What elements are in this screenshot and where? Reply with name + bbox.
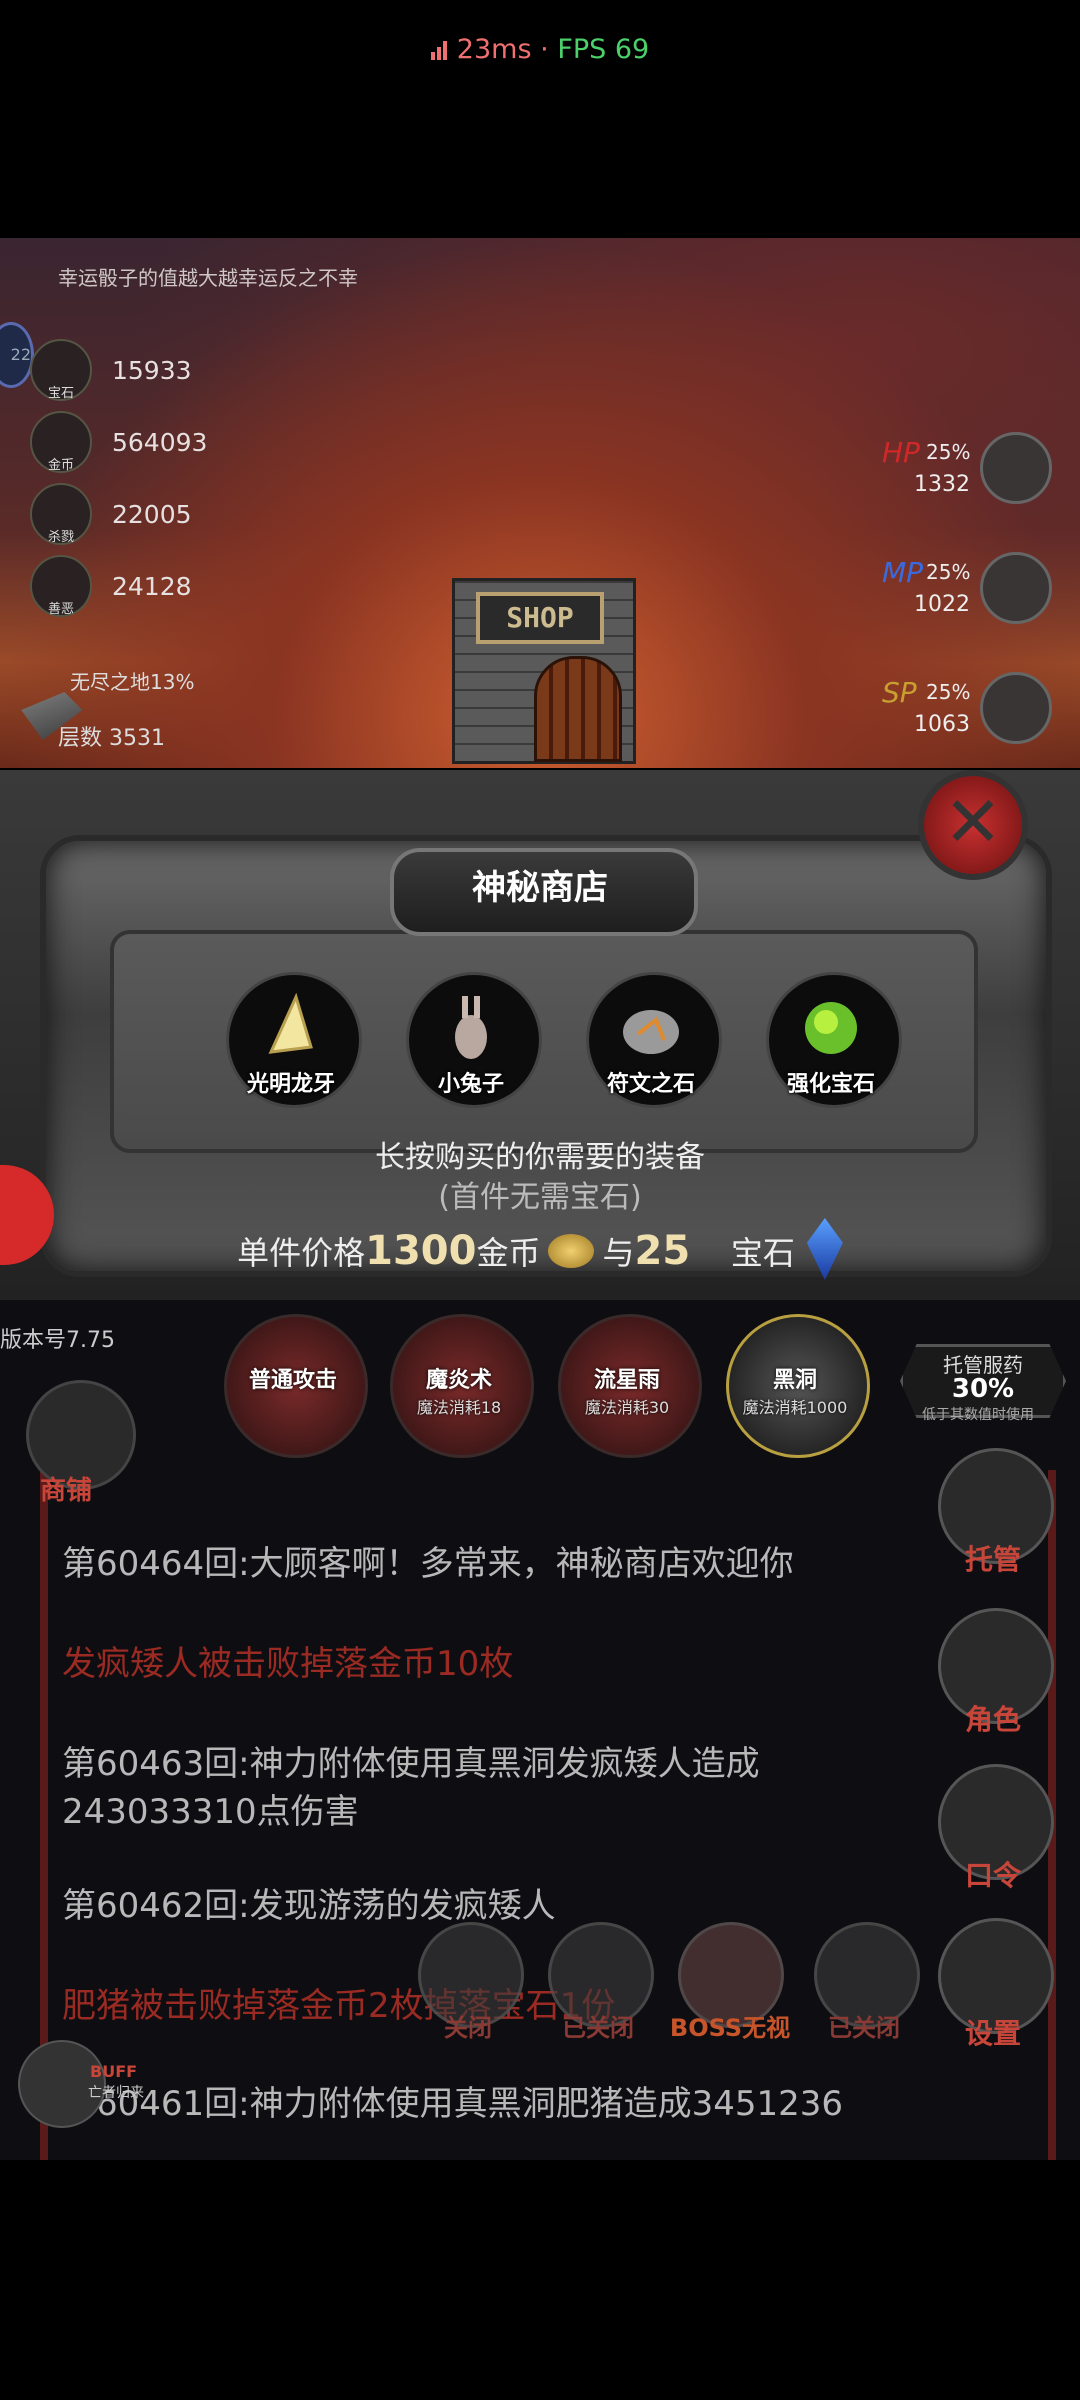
item-name: 光明龙牙 <box>246 1072 335 1097</box>
skill-name: 魔炎术 <box>425 1368 492 1393</box>
version-text: 版本号7.75 <box>0 1328 115 1353</box>
mp-potion-icon[interactable] <box>980 552 1052 624</box>
stat-value: 1022 <box>914 592 970 617</box>
resource-value: 24128 <box>112 571 192 601</box>
sp-stat: SP 25% 1063 <box>882 672 1052 744</box>
price-gem: 25 <box>634 1228 691 1274</box>
shop-item-rabbit[interactable]: 小兔子 <box>406 972 542 1108</box>
auto-label[interactable]: 托管 <box>938 1538 1048 1578</box>
resource-label: 宝石 <box>47 386 74 401</box>
dragon-fang-icon <box>268 992 313 1054</box>
shop-item-rune-stone[interactable]: 符文之石 <box>586 972 722 1108</box>
status-bar: 23ms · FPS 69 <box>0 0 1080 100</box>
log-line: 第60463回:神力附体使用真黑洞发疯矮人造成243033310点伤害 <box>62 1744 760 1832</box>
log-line: 第60462回:发现游荡的发疯矮人 <box>62 1886 556 1926</box>
shop-item-dragon-fang[interactable]: 光明龙牙 <box>226 972 362 1108</box>
settings-label[interactable]: 设置 <box>938 2012 1048 2052</box>
character-label[interactable]: 角色 <box>938 1698 1048 1738</box>
resource-value: 22005 <box>112 499 192 529</box>
price-and: 与 <box>602 1234 635 1272</box>
skill-name: 黑洞 <box>772 1368 817 1393</box>
skill-name: 流星雨 <box>593 1368 660 1393</box>
buff-name: 亡者归来 <box>88 2085 144 2101</box>
price-row: 单件价格1300金币 与25 宝石 <box>0 1218 1080 1280</box>
resource-gem: 宝石 15933 <box>30 339 192 401</box>
skill-meteor-shower[interactable]: 流星雨 魔法消耗30 <box>558 1314 702 1458</box>
hp-stat: HP 25% 1332 <box>882 432 1052 504</box>
resource-gold: 金币 564093 <box>30 411 208 473</box>
price-gold: 1300 <box>365 1228 477 1274</box>
rabbit-icon <box>455 996 487 1059</box>
log-line: 第60464回:大顾客啊！多常来，神秘商店欢迎你 <box>62 1544 794 1584</box>
separator: · <box>540 34 549 65</box>
attack-toggle-label[interactable]: 已关闭 <box>528 2008 668 2043</box>
purchase-note: (首件无需宝石) <box>438 1180 642 1215</box>
mask-icon: 善恶 <box>30 555 92 617</box>
price-prefix: 单件价格 <box>237 1234 366 1272</box>
stat-percent: 25% <box>926 440 971 464</box>
stat-percent: 25% <box>926 560 971 584</box>
resource-kills: 杀戮 22005 <box>30 483 192 545</box>
skill-cost: 魔法消耗18 <box>416 1398 502 1417</box>
skill-normal-attack[interactable]: 普通攻击 <box>224 1314 368 1458</box>
close-button[interactable]: ✕ <box>918 770 1028 880</box>
skill-cost: 魔法消耗30 <box>584 1398 670 1417</box>
rune-stone-icon <box>623 1010 679 1054</box>
code-label[interactable]: 口令 <box>938 1854 1048 1894</box>
coin-icon: 金币 <box>30 411 92 473</box>
purchase-hint: 长按购买的你需要的装备 <box>375 1140 705 1175</box>
skull-icon: 杀戮 <box>30 483 92 545</box>
price-gold-unit: 金币 <box>476 1234 541 1272</box>
boss-ignore-label[interactable]: BOSS无视 <box>660 2008 800 2043</box>
stat-name: MP <box>882 556 924 589</box>
sound-label[interactable]: 关闭 <box>398 2008 538 2043</box>
resource-value: 15933 <box>112 355 192 385</box>
sp-food-icon[interactable] <box>980 672 1052 744</box>
shop-item-enhance-gem[interactable]: 强化宝石 <box>766 972 902 1108</box>
stat-name: SP <box>882 676 917 709</box>
mp-stat: MP 25% 1022 <box>882 552 1052 624</box>
loot-toggle-label[interactable]: 已关闭 <box>794 2008 934 2043</box>
resource-label: 金币 <box>47 458 74 473</box>
auto-potion-note: 低于其数值时使用 <box>922 1407 1034 1423</box>
stat-percent: 25% <box>926 680 971 704</box>
luck-hint-text: 幸运骰子的值越大越幸运反之不幸 <box>58 266 358 290</box>
skill-demon-flame[interactable]: 魔炎术 魔法消耗18 <box>390 1314 534 1458</box>
skill-black-hole[interactable]: 黑洞 魔法消耗1000 <box>726 1314 870 1458</box>
shop-side-label[interactable]: 商铺 <box>40 1470 92 1507</box>
gem-icon: 宝石 <box>30 339 92 401</box>
gem-icon <box>806 1218 843 1280</box>
item-name: 符文之石 <box>606 1072 695 1097</box>
enhance-gem-icon <box>805 1002 857 1054</box>
resource-label: 杀戮 <box>47 530 74 545</box>
hp-potion-icon[interactable] <box>980 432 1052 504</box>
floor-count: 层数 3531 <box>58 726 165 751</box>
buff-label: BUFF <box>90 2062 138 2081</box>
stat-value: 1063 <box>914 712 970 737</box>
resource-label: 善恶 <box>47 602 74 617</box>
auto-potion-value: 30% <box>951 1374 1015 1404</box>
fps-text: FPS 69 <box>557 34 650 65</box>
stat-value: 1332 <box>914 472 970 497</box>
skill-name: 普通攻击 <box>248 1368 337 1393</box>
coin-icon <box>548 1234 595 1268</box>
log-line: 第60461回:神力附体使用真黑洞肥猪造成3451236 <box>62 2084 844 2124</box>
log-line: 发疯矮人被击败掉落金币10枚 <box>62 1644 514 1684</box>
resource-karma: 善恶 24128 <box>30 555 192 617</box>
item-name: 强化宝石 <box>786 1072 875 1097</box>
end-land-progress: 无尽之地13% <box>70 670 195 694</box>
price-gem-unit: 宝石 <box>730 1234 795 1272</box>
ping-text: 23ms <box>456 34 532 65</box>
shop-sign: SHOP <box>476 592 604 644</box>
signal-icon <box>430 40 451 60</box>
shop-door <box>534 656 622 762</box>
skill-cost: 魔法消耗1000 <box>742 1398 848 1417</box>
stat-name: HP <box>882 436 920 469</box>
resource-value: 564093 <box>112 427 208 457</box>
item-name: 小兔子 <box>437 1072 504 1097</box>
shop-title: 神秘商店 <box>472 868 608 908</box>
